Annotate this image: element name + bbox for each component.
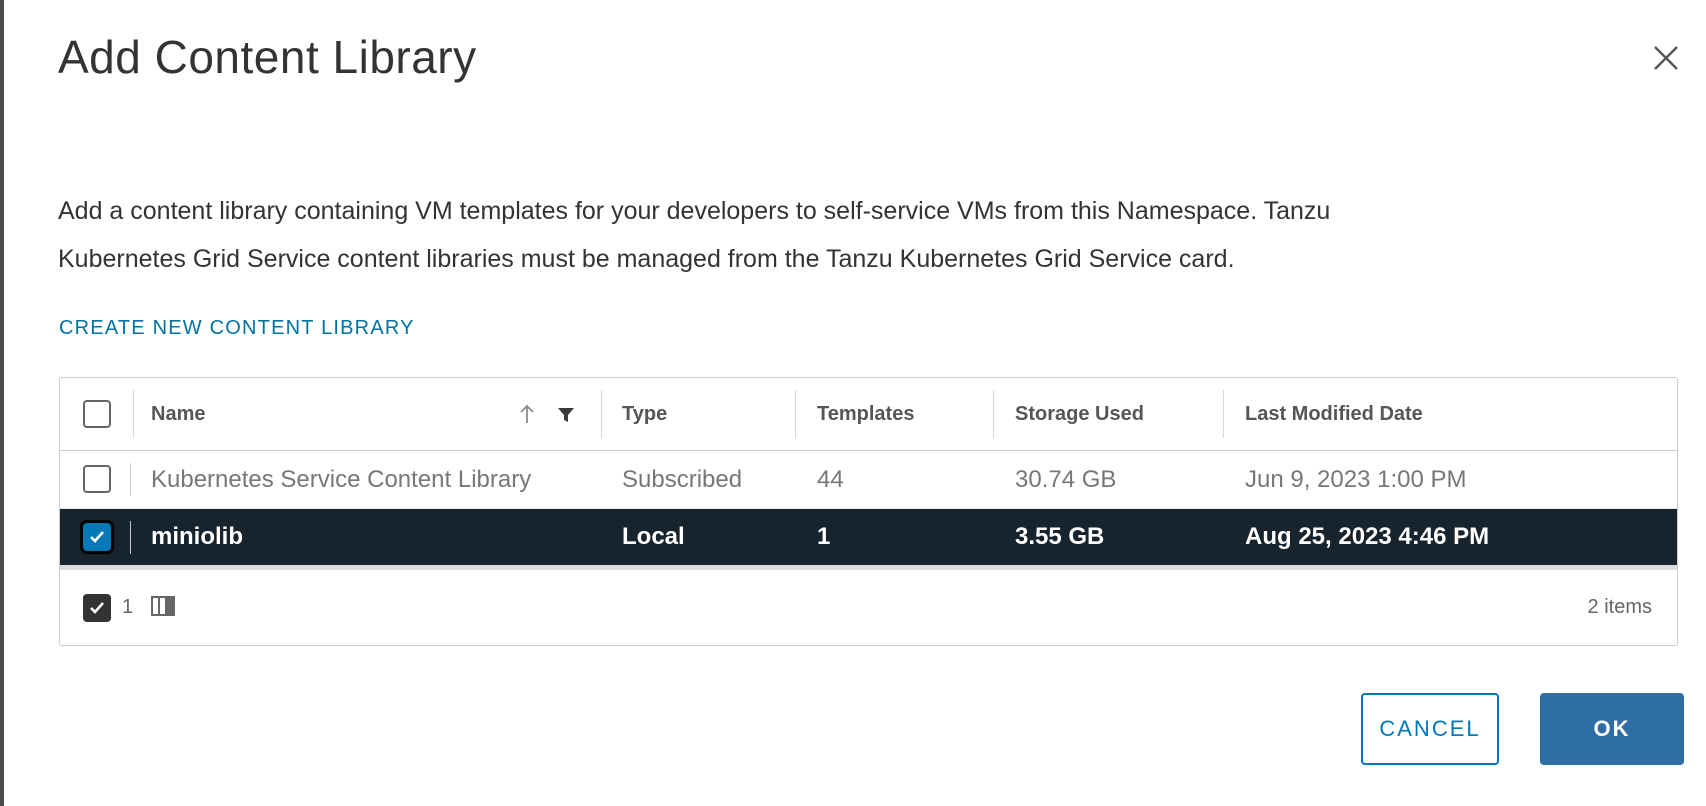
column-separator[interactable] bbox=[993, 390, 994, 438]
table-row-selected[interactable]: miniolib Local 1 3.55 GB Aug 25, 2023 4:… bbox=[60, 509, 1677, 565]
content-library-grid: Name Type Templates Storage Used Last Mo… bbox=[59, 377, 1678, 646]
column-header-storage-used[interactable]: Storage Used bbox=[1015, 378, 1144, 450]
dialog-title: Add Content Library bbox=[58, 31, 477, 83]
column-separator[interactable] bbox=[795, 390, 796, 438]
row-name: Kubernetes Service Content Library bbox=[151, 465, 532, 493]
row-checkbox[interactable] bbox=[83, 523, 111, 551]
column-separator[interactable] bbox=[1223, 390, 1224, 438]
selected-count: 1 bbox=[122, 596, 134, 618]
column-header-templates[interactable]: Templates bbox=[817, 378, 914, 450]
select-all-checkbox[interactable] bbox=[83, 400, 111, 428]
filter-icon[interactable] bbox=[556, 405, 576, 425]
row-templates: 1 bbox=[817, 523, 831, 550]
row-checkbox[interactable] bbox=[83, 465, 111, 493]
checkmark-icon bbox=[90, 602, 104, 614]
checkmark-icon bbox=[90, 531, 104, 543]
column-separator[interactable] bbox=[601, 390, 602, 438]
row-storage-used: 3.55 GB bbox=[1015, 523, 1105, 550]
items-count: 2 items bbox=[1587, 596, 1652, 618]
row-name: miniolib bbox=[151, 523, 243, 550]
description-line-1: Add a content library containing VM temp… bbox=[58, 197, 1331, 225]
description-line-2: Kubernetes Grid Service content librarie… bbox=[58, 245, 1235, 273]
close-icon bbox=[1654, 46, 1678, 70]
ok-button[interactable]: OK bbox=[1540, 693, 1684, 765]
column-header-last-modified[interactable]: Last Modified Date bbox=[1245, 378, 1423, 450]
add-content-library-dialog: Add Content Library Add a content librar… bbox=[4, 0, 1706, 806]
dialog-description: Add a content library containing VM temp… bbox=[58, 187, 1658, 283]
sort-ascending-icon[interactable] bbox=[517, 402, 537, 426]
grid-header-row: Name Type Templates Storage Used Last Mo… bbox=[60, 378, 1677, 451]
row-last-modified: Jun 9, 2023 1:00 PM bbox=[1245, 465, 1467, 493]
table-row[interactable]: Kubernetes Service Content Library Subsc… bbox=[60, 451, 1677, 509]
row-last-modified: Aug 25, 2023 4:46 PM bbox=[1245, 523, 1490, 550]
row-type: Local bbox=[622, 523, 685, 550]
column-header-type[interactable]: Type bbox=[622, 378, 667, 450]
close-button[interactable] bbox=[1648, 40, 1684, 76]
row-storage-used: 30.74 GB bbox=[1015, 465, 1117, 493]
row-templates: 44 bbox=[817, 465, 844, 493]
create-new-content-library-link[interactable]: CREATE NEW CONTENT LIBRARY bbox=[59, 317, 415, 340]
column-toggle-button[interactable] bbox=[150, 595, 178, 619]
grid-footer: 1 2 items bbox=[60, 570, 1677, 645]
column-separator bbox=[133, 390, 134, 438]
row-separator bbox=[130, 521, 131, 554]
selection-count-checkbox[interactable] bbox=[83, 594, 111, 622]
row-type: Subscribed bbox=[622, 465, 743, 493]
row-separator bbox=[130, 463, 131, 496]
cancel-button[interactable]: CANCEL bbox=[1361, 693, 1499, 765]
column-toggle-icon bbox=[151, 596, 175, 616]
column-header-name[interactable]: Name bbox=[151, 378, 205, 450]
